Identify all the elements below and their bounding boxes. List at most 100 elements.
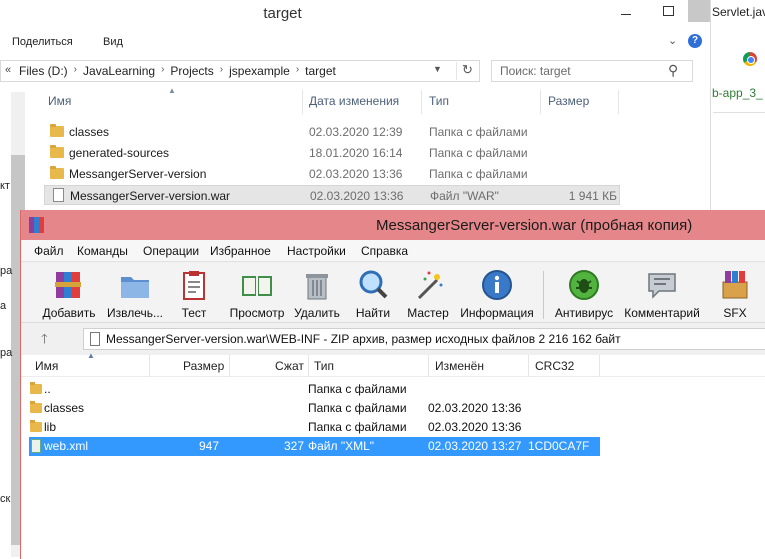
archive-row[interactable]: classes Папка с файлами 02.03.2020 13:36 xyxy=(29,399,600,418)
archive-path-text: MessangerServer-version.war\WEB-INF - ZI… xyxy=(106,332,621,346)
column-header-name[interactable]: Имя xyxy=(48,94,71,108)
archive-item-name: web.xml xyxy=(44,439,89,453)
menu-settings[interactable]: Настройки xyxy=(287,244,346,258)
war-file-icon xyxy=(53,188,64,202)
search-icon[interactable]: ⚲ xyxy=(668,62,678,79)
wizard-button[interactable]: Мастер xyxy=(405,266,451,322)
menu-help[interactable]: Справка xyxy=(361,244,408,258)
menu-file[interactable]: Файл xyxy=(34,244,64,258)
close-button[interactable] xyxy=(688,0,710,22)
address-dropdown-icon[interactable]: ▼ xyxy=(433,64,442,74)
comment-button[interactable]: Комментарий xyxy=(621,266,703,322)
help-icon[interactable]: ? xyxy=(688,34,702,48)
column-divider[interactable] xyxy=(149,355,150,377)
column-header-modified[interactable]: Изменён xyxy=(435,359,484,373)
ribbon-tab-share[interactable]: Поделиться xyxy=(12,36,73,48)
address-bar[interactable]: « Files (D:) › JavaLearning › Projects › js… xyxy=(0,60,480,82)
breadcrumb-separator-icon[interactable]: › xyxy=(296,64,299,78)
refresh-icon[interactable]: ↻ xyxy=(456,62,478,80)
search-input[interactable]: Поиск: target ⚲ xyxy=(491,60,693,82)
add-button[interactable]: Добавить xyxy=(39,266,99,322)
column-header-name[interactable]: Имя xyxy=(35,359,58,373)
nav-item-partial[interactable]: а xyxy=(0,300,6,312)
column-header-crc[interactable]: CRC32 xyxy=(535,359,574,373)
column-divider[interactable] xyxy=(599,355,600,377)
column-header-packed[interactable]: Сжат xyxy=(275,359,304,373)
maximize-button[interactable] xyxy=(648,0,688,22)
file-name: generated-sources xyxy=(69,146,170,160)
file-row[interactable]: classes 02.03.2020 12:39 Папка с файлами xyxy=(44,122,620,142)
breadcrumb-item[interactable]: JavaLearning xyxy=(83,64,155,78)
column-header-size[interactable]: Размер xyxy=(183,359,224,373)
ribbon-collapse-icon[interactable]: ⌄ xyxy=(668,34,677,47)
breadcrumb-separator-icon[interactable]: › xyxy=(74,64,77,78)
column-divider[interactable] xyxy=(428,355,429,377)
breadcrumb-separator-icon[interactable]: › xyxy=(161,64,164,78)
background-editor-tab[interactable]: Servlet.java xyxy=(712,5,765,19)
ribbon-tab-view[interactable]: Вид xyxy=(103,36,123,48)
file-date: 02.03.2020 13:36 xyxy=(310,189,404,203)
winrar-toolbar: Добавить Извлечь... Тест Просмотр Удалит… xyxy=(21,263,765,323)
find-button[interactable]: Найти xyxy=(350,266,396,322)
archive-item-name: lib xyxy=(44,420,57,434)
folder-icon xyxy=(30,420,42,432)
menu-favorites[interactable]: Избранное xyxy=(210,244,271,258)
column-divider[interactable] xyxy=(618,90,619,114)
extract-button[interactable]: Извлечь... xyxy=(105,266,165,322)
folder-icon xyxy=(30,401,42,413)
archive-row-selected[interactable]: web.xml 947 327 Файл "XML" 02.03.2020 13… xyxy=(29,437,600,456)
column-divider[interactable] xyxy=(302,90,303,114)
view-button[interactable]: Просмотр xyxy=(226,266,288,322)
minimize-button[interactable] xyxy=(604,0,648,22)
archive-item-modified: 02.03.2020 13:36 xyxy=(428,420,522,434)
column-divider[interactable] xyxy=(308,355,309,377)
menu-operations[interactable]: Операции xyxy=(143,244,199,258)
address-overflow-icon[interactable]: « xyxy=(5,64,11,76)
column-divider[interactable] xyxy=(528,355,529,377)
menu-commands[interactable]: Команды xyxy=(77,244,128,258)
column-header-date[interactable]: Дата изменения xyxy=(309,94,399,108)
file-row-selected[interactable]: MessangerServer-version.war 02.03.2020 1… xyxy=(44,185,620,205)
nav-item-partial[interactable]: кт xyxy=(0,180,10,192)
column-divider[interactable] xyxy=(229,355,230,377)
breadcrumb-item[interactable]: target xyxy=(305,64,336,78)
wizard-wand-icon xyxy=(417,271,443,300)
column-header-size[interactable]: Размер xyxy=(548,94,589,108)
nav-item-partial[interactable]: ра xyxy=(0,265,12,277)
test-button[interactable]: Тест xyxy=(171,266,217,322)
up-arrow-icon[interactable]: 🡑 xyxy=(41,330,48,352)
sort-ascending-icon: ▲ xyxy=(87,351,95,360)
archive-item-name: classes xyxy=(44,401,85,415)
archive-row[interactable]: lib Папка с файлами 02.03.2020 13:36 xyxy=(29,418,600,437)
delete-button[interactable]: Удалить xyxy=(292,266,342,322)
breadcrumb-separator-icon[interactable]: › xyxy=(220,64,223,78)
info-button[interactable]: Информация xyxy=(458,266,536,322)
chrome-icon[interactable] xyxy=(743,52,757,66)
extract-folder-icon xyxy=(121,277,149,298)
info-button-label: Информация xyxy=(460,306,534,320)
column-divider[interactable] xyxy=(540,90,541,114)
breadcrumb-item[interactable]: jspexample xyxy=(229,64,290,78)
background-divider xyxy=(713,112,765,113)
archive-item-crc: 1CD0CA7F xyxy=(528,439,590,453)
background-project-item[interactable]: b-app_3_ xyxy=(712,86,763,100)
file-date: 02.03.2020 13:36 xyxy=(309,167,403,181)
file-type: Папка с файлами xyxy=(429,146,528,160)
breadcrumb-item[interactable]: Projects xyxy=(170,64,213,78)
column-header-type[interactable]: Тип xyxy=(429,94,449,108)
archive-path-field[interactable]: MessangerServer-version.war\WEB-INF - ZI… xyxy=(83,328,765,350)
sort-ascending-icon: ▲ xyxy=(168,86,176,95)
archive-file-list[interactable]: ▲ Имя Размер Сжат Тип Изменён CRC32 .. П… xyxy=(21,351,765,559)
nav-item-partial[interactable]: ра xyxy=(0,347,12,359)
archive-row[interactable]: .. Папка с файлами xyxy=(29,380,600,399)
file-row[interactable]: generated-sources 18.01.2020 16:14 Папка… xyxy=(44,143,620,163)
file-row[interactable]: MessangerServer-version 02.03.2020 13:36… xyxy=(44,164,620,184)
antivirus-button[interactable]: Антивирус xyxy=(551,266,617,322)
column-divider[interactable] xyxy=(421,90,422,114)
nav-item-partial[interactable]: ск xyxy=(0,493,10,505)
column-header-type[interactable]: Тип xyxy=(314,359,334,373)
sfx-button[interactable]: SFX xyxy=(711,266,759,322)
archive-list-header: ▲ Имя Размер Сжат Тип Изменён CRC32 xyxy=(21,351,765,377)
antivirus-button-label: Антивирус xyxy=(554,306,614,320)
breadcrumb-item[interactable]: Files (D:) xyxy=(19,64,68,78)
